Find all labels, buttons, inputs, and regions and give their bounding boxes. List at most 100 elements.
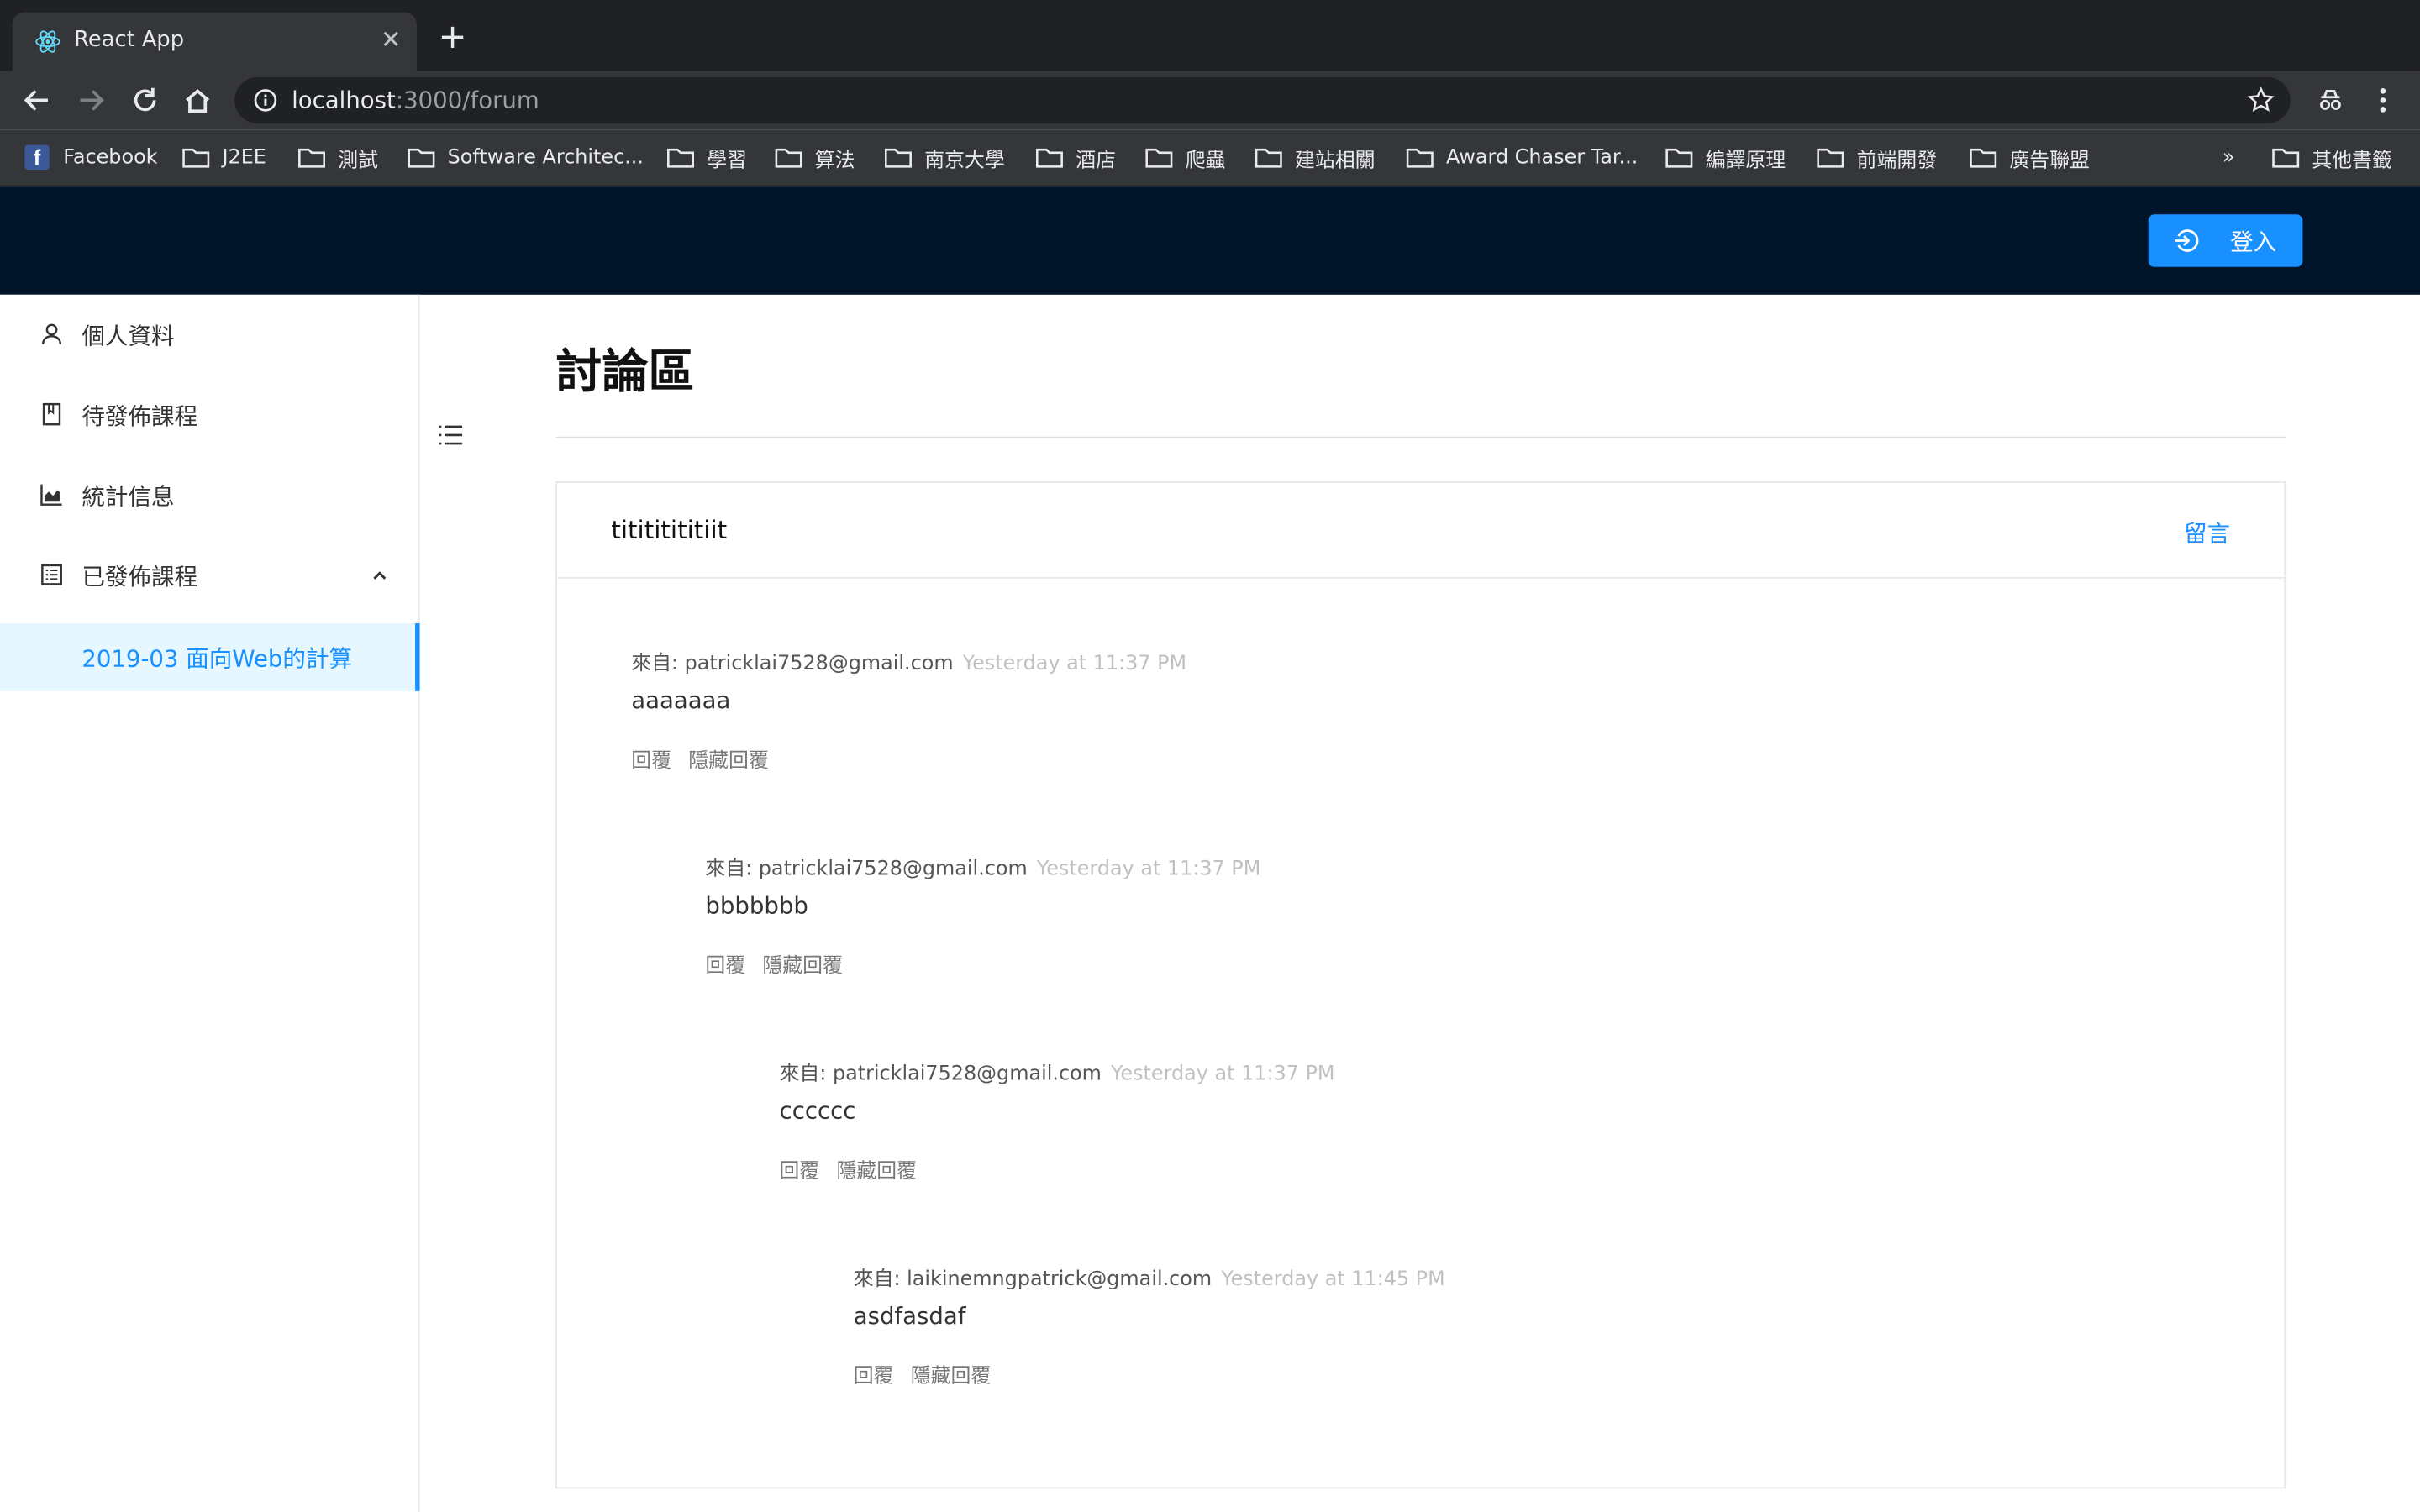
incognito-icon[interactable] — [2315, 85, 2346, 116]
comment-meta: 來自: patricklai7528@gmail.com Yesterday at… — [631, 647, 1186, 676]
sidebar-item-label: 已發佈課程 — [82, 563, 198, 591]
browser-tab[interactable]: React App ✕ — [12, 12, 417, 71]
profile-icon — [41, 564, 62, 585]
hide-replies-link[interactable]: 隱藏回覆 — [911, 1366, 992, 1389]
folder-icon — [1145, 148, 1173, 168]
browser-tab-strip: React App ✕ + — [0, 0, 2420, 71]
reply-link[interactable]: 回覆 — [631, 750, 671, 774]
bookmark-folder[interactable]: Award Chaser Tar... — [1406, 142, 1638, 173]
comment-actions: 回覆 隱藏回覆 — [705, 949, 1260, 979]
forum-card: titititititiit 留言 來自: patricklai7528@gma… — [555, 481, 2286, 1489]
menu-fold-icon[interactable] — [437, 421, 465, 449]
bookmark-folder[interactable]: J2EE — [182, 142, 266, 173]
bookmark-folder[interactable]: Software Architec... — [408, 142, 644, 173]
address-bar[interactable]: localhost:3000/forum — [234, 76, 2291, 123]
hide-replies-link[interactable]: 隱藏回覆 — [837, 1160, 918, 1184]
comment-meta: 來自: patricklai7528@gmail.com Yesterday at… — [705, 852, 1260, 881]
folder-icon — [298, 148, 325, 168]
reply-link[interactable]: 回覆 — [780, 1160, 820, 1184]
reply-link[interactable]: 回覆 — [854, 1366, 894, 1389]
card-header: titititititiit 留言 — [557, 483, 2285, 579]
bookmark-folder[interactable]: 南京大學 — [884, 142, 1005, 173]
home-icon[interactable] — [182, 85, 213, 116]
user-icon — [41, 323, 62, 344]
area-chart-icon — [40, 484, 62, 506]
book-icon — [42, 402, 61, 426]
folder-icon — [1817, 148, 1844, 168]
bookmark-folder[interactable]: 算法 — [775, 142, 855, 173]
reload-icon[interactable] — [129, 85, 160, 116]
sidebar-subitem-course[interactable]: 2019-03 面向Web的計算 — [0, 623, 420, 691]
bookmark-folder[interactable]: 前端開發 — [1817, 142, 1937, 173]
tab-title: React App — [74, 28, 185, 53]
bookmark-label: 前端開發 — [1856, 149, 1938, 172]
comment-time: Yesterday at 11:37 PM — [962, 652, 1187, 676]
folder-icon — [1255, 148, 1282, 168]
close-tab-icon[interactable]: ✕ — [381, 25, 402, 54]
browser-toolbar: localhost:3000/forum — [0, 71, 2420, 130]
bookmark-label: 編譯原理 — [1705, 149, 1786, 172]
comment-body: cccccc — [779, 1096, 856, 1125]
login-button[interactable]: 登入 — [2148, 214, 2303, 267]
chevron-up-icon[interactable] — [371, 566, 389, 585]
back-arrow-icon[interactable] — [22, 85, 53, 116]
bookmarks-bar: f Facebook J2EE 測試 Software Architec... … — [0, 129, 2420, 187]
post-title: titititititiit — [611, 515, 728, 545]
sidebar-item-label: 個人資料 — [82, 322, 175, 350]
comment-actions: 回覆 隱藏回覆 — [780, 1154, 1335, 1184]
sidebar-item-pending-courses[interactable]: 待發佈課程 — [0, 381, 418, 449]
folder-icon — [667, 148, 694, 168]
bookmark-label: 酒店 — [1076, 149, 1116, 172]
bookmark-folder[interactable]: 爬蟲 — [1145, 142, 1225, 173]
bookmark-facebook[interactable]: f Facebook — [24, 142, 158, 173]
bookmark-star-icon[interactable] — [2247, 87, 2275, 114]
bookmark-label: 其他書籤 — [2312, 149, 2392, 172]
login-label: 登入 — [2230, 228, 2277, 256]
forward-arrow-icon[interactable] — [76, 85, 107, 116]
comment: 來自: patricklai7528@gmail.com Yesterday at… — [705, 852, 1260, 979]
comment-actions: 回覆 隱藏回覆 — [854, 1359, 1445, 1389]
bookmark-label: 建站相關 — [1295, 149, 1376, 172]
comment-author[interactable]: 來自: patricklai7528@gmail.com — [780, 1063, 1102, 1087]
comment-time: Yesterday at 11:37 PM — [1110, 1063, 1335, 1087]
info-icon[interactable] — [253, 88, 277, 113]
leave-message-link[interactable]: 留言 — [2184, 517, 2230, 549]
folder-icon — [775, 148, 802, 168]
comment-time: Yesterday at 11:45 PM — [1221, 1268, 1445, 1292]
folder-icon — [1035, 148, 1063, 168]
comment-author[interactable]: 來自: laikinemngpatrick@gmail.com — [854, 1268, 1212, 1292]
sidebar-subitem-label: 2019-03 面向Web的計算 — [82, 644, 353, 673]
sidebar-item-label: 統計信息 — [82, 482, 175, 511]
folder-icon — [1665, 148, 1693, 168]
bookmark-folder[interactable]: 廣告聯盟 — [1970, 142, 2090, 173]
hide-replies-link[interactable]: 隱藏回覆 — [688, 750, 769, 774]
bookmark-label: Facebook — [63, 145, 158, 170]
reply-link[interactable]: 回覆 — [705, 955, 745, 979]
folder-icon — [1406, 148, 1434, 168]
new-tab-icon[interactable]: + — [439, 21, 467, 55]
sidebar-item-published-courses[interactable]: 已發佈課程 — [0, 542, 418, 610]
comment-meta: 來自: laikinemngpatrick@gmail.com Yesterday… — [854, 1262, 1445, 1292]
comment-author[interactable]: 來自: patricklai7528@gmail.com — [705, 858, 1027, 881]
folder-icon — [182, 148, 210, 168]
folder-icon — [884, 148, 912, 168]
more-bookmarks-button[interactable]: » — [2223, 142, 2235, 173]
hide-replies-link[interactable]: 隱藏回覆 — [762, 955, 843, 979]
sidebar-item-label: 待發佈課程 — [82, 402, 198, 431]
bookmark-folder[interactable]: 酒店 — [1035, 142, 1116, 173]
more-menu-icon[interactable] — [2370, 85, 2395, 116]
bookmark-other-folder[interactable]: 其他書籤 — [2272, 142, 2392, 173]
bookmark-label: 算法 — [814, 149, 855, 172]
sidebar-item-statistics[interactable]: 統計信息 — [0, 461, 418, 529]
comment-time: Yesterday at 11:37 PM — [1036, 858, 1261, 881]
bookmark-folder[interactable]: 學習 — [666, 142, 747, 173]
comment-meta: 來自: patricklai7528@gmail.com Yesterday at… — [780, 1057, 1335, 1087]
bookmark-folder[interactable]: 建站相關 — [1255, 142, 1376, 173]
bookmark-folder[interactable]: 編譯原理 — [1665, 142, 1786, 173]
bookmark-label: Award Chaser Tar... — [1446, 145, 1639, 170]
bookmark-folder[interactable]: 測試 — [297, 142, 378, 173]
divider — [555, 436, 2286, 438]
bookmark-label: 南京大學 — [924, 149, 1005, 172]
sidebar-item-profile[interactable]: 個人資料 — [0, 301, 418, 369]
comment-author[interactable]: 來自: patricklai7528@gmail.com — [631, 653, 953, 676]
